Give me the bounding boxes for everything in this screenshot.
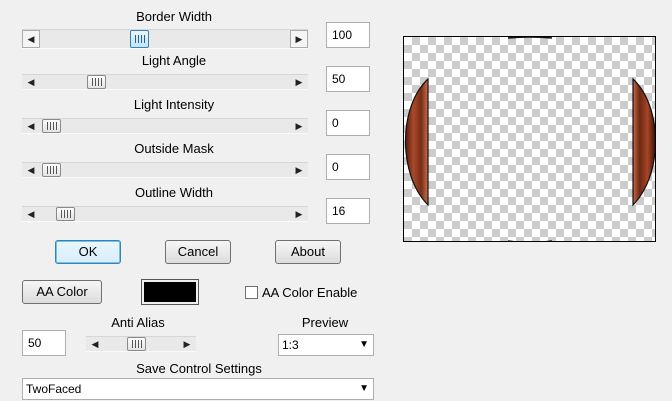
anti-alias-slider[interactable]: ◀ ▶	[86, 336, 196, 352]
slider-right-arrow[interactable]: ▶	[178, 337, 196, 351]
anti-alias-label: Anti Alias	[111, 315, 165, 330]
slider-thumb[interactable]	[42, 163, 61, 177]
slider-thumb[interactable]	[42, 119, 61, 133]
save-settings-select[interactable]: TwoFaced ▼	[22, 378, 374, 400]
slider-left-arrow[interactable]: ◀	[22, 119, 40, 133]
light-intensity-value[interactable]: 0	[326, 110, 370, 136]
about-button[interactable]: About	[275, 240, 341, 264]
outline-width-value[interactable]: 16	[326, 198, 370, 224]
slider-right-arrow[interactable]: ▶	[290, 207, 308, 221]
anti-alias-value[interactable]: 50	[22, 330, 66, 356]
slider-left-arrow[interactable]: ◀	[22, 207, 40, 221]
aa-color-swatch[interactable]	[141, 279, 199, 305]
preview-label: Preview	[301, 315, 349, 330]
outside-mask-slider[interactable]: ◀ ▶	[22, 162, 308, 178]
cancel-button[interactable]: Cancel	[165, 240, 231, 264]
outside-mask-label: Outside Mask	[134, 141, 214, 156]
border-width-slider[interactable]: ◀ ▶	[22, 29, 308, 49]
slider-thumb[interactable]	[87, 75, 106, 89]
slider-right-arrow[interactable]: ▶	[290, 30, 308, 48]
border-width-value[interactable]: 100	[326, 22, 370, 48]
slider-right-arrow[interactable]: ▶	[290, 75, 308, 89]
left-ring-segment	[405, 77, 429, 207]
bottom-ring-edge	[508, 240, 552, 241]
chevron-down-icon[interactable]: ▼	[359, 379, 369, 399]
light-intensity-slider[interactable]: ◀ ▶	[22, 118, 308, 134]
aa-color-enable-checkbox[interactable]	[245, 286, 258, 299]
right-ring-segment	[632, 77, 655, 207]
light-intensity-label: Light Intensity	[133, 97, 215, 112]
slider-right-arrow[interactable]: ▶	[290, 119, 308, 133]
light-angle-value[interactable]: 50	[326, 66, 370, 92]
preview-zoom-value: 1:3	[282, 338, 299, 352]
outline-width-slider[interactable]: ◀ ▶	[22, 206, 308, 222]
ok-button[interactable]: OK	[55, 240, 121, 264]
slider-thumb[interactable]	[127, 337, 146, 351]
preview-canvas	[403, 36, 656, 242]
save-settings-value: TwoFaced	[26, 382, 82, 396]
aa-color-button[interactable]: AA Color	[22, 280, 102, 304]
preview-image	[405, 37, 655, 241]
slider-thumb[interactable]	[56, 207, 75, 221]
slider-left-arrow[interactable]: ◀	[86, 337, 104, 351]
top-ring-edge	[507, 37, 553, 39]
save-settings-label: Save Control Settings	[136, 361, 262, 376]
slider-left-arrow[interactable]: ◀	[22, 30, 40, 48]
slider-left-arrow[interactable]: ◀	[22, 163, 40, 177]
aa-color-enable-label[interactable]: AA Color Enable	[262, 285, 357, 301]
light-angle-slider[interactable]: ◀ ▶	[22, 74, 308, 90]
outside-mask-value[interactable]: 0	[326, 154, 370, 180]
preview-zoom-select[interactable]: 1:3 ▼	[278, 334, 374, 356]
light-angle-label: Light Angle	[141, 53, 207, 68]
chevron-down-icon[interactable]: ▼	[359, 335, 369, 355]
slider-right-arrow[interactable]: ▶	[290, 163, 308, 177]
aa-color-fill	[144, 282, 196, 302]
slider-left-arrow[interactable]: ◀	[22, 75, 40, 89]
border-width-label: Border Width	[136, 9, 212, 24]
slider-thumb[interactable]	[130, 30, 149, 48]
outline-width-label: Outline Width	[134, 185, 214, 200]
